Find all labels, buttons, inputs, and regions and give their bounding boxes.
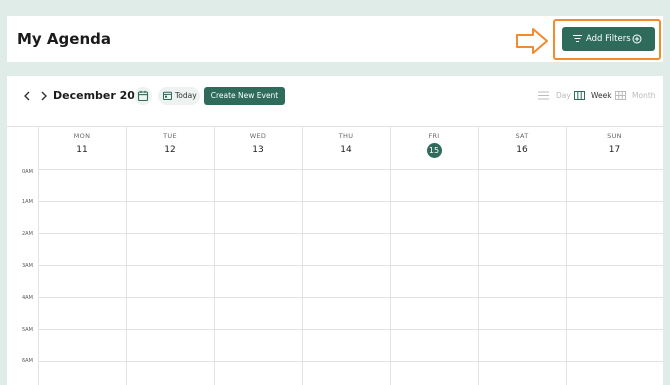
view-day[interactable]: Day — [556, 91, 571, 100]
day-header-thu[interactable]: THU 14 — [302, 132, 390, 155]
day-name: THU — [338, 132, 354, 140]
grid-divider — [38, 361, 663, 362]
day-date: 14 — [340, 145, 352, 155]
calendar-icon — [163, 91, 172, 100]
grid-divider — [38, 297, 663, 298]
grid-divider — [126, 126, 127, 385]
plus-circle-icon — [632, 34, 642, 44]
hour-label: 5AM — [22, 327, 33, 333]
day-name: WED — [249, 132, 267, 140]
day-header-sat[interactable]: SAT 16 — [478, 132, 566, 155]
grid-divider — [478, 126, 479, 385]
chevron-right-icon[interactable] — [40, 91, 48, 101]
create-new-event-button[interactable]: Create New Event — [204, 87, 285, 105]
day-header-fri[interactable]: FRI 15 — [390, 132, 478, 158]
today-date-badge: 15 — [426, 143, 442, 158]
hour-label: 6AM — [22, 358, 33, 364]
hour-label: 0AM — [22, 169, 33, 175]
list-view-icon[interactable] — [538, 91, 549, 100]
hour-label: 4AM — [22, 295, 33, 301]
day-date: 11 — [76, 145, 88, 155]
day-date: 12 — [164, 145, 176, 155]
day-name: TUE — [163, 132, 177, 140]
page-title: My Agenda — [17, 30, 111, 48]
filter-icon — [573, 35, 582, 42]
arrow-right-icon — [516, 28, 548, 54]
grid-divider — [38, 201, 663, 202]
grid-divider — [566, 126, 567, 385]
day-date: 17 — [608, 145, 621, 155]
day-name: SAT — [515, 132, 529, 140]
month-view-icon[interactable] — [615, 91, 626, 100]
grid-divider — [7, 126, 663, 127]
grid-divider — [214, 126, 215, 385]
week-view-icon[interactable] — [574, 91, 585, 100]
today-label: Today — [175, 91, 197, 100]
grid-divider — [38, 169, 663, 170]
view-week[interactable]: Week — [591, 91, 612, 100]
grid-divider — [38, 329, 663, 330]
grid-divider — [38, 233, 663, 234]
grid-divider — [38, 126, 39, 385]
day-header-wed[interactable]: WED 13 — [214, 132, 302, 155]
add-filters-button[interactable]: Add Filters — [562, 27, 655, 51]
day-name: FRI — [428, 132, 440, 140]
grid-divider — [302, 126, 303, 385]
hour-label: 1AM — [22, 199, 33, 205]
hour-label: 3AM — [22, 263, 33, 269]
calendar-panel — [7, 76, 663, 385]
today-button[interactable]: Today — [158, 87, 200, 105]
view-month[interactable]: Month — [632, 91, 656, 100]
hour-label: 2AM — [22, 231, 33, 237]
day-name: MON — [73, 132, 91, 140]
chevron-left-icon[interactable] — [23, 91, 31, 101]
day-date: 13 — [252, 145, 264, 155]
day-header-sun[interactable]: SUN 17 — [566, 132, 663, 155]
calendar-icon[interactable] — [134, 87, 152, 105]
grid-divider — [390, 126, 391, 385]
day-date: 16 — [516, 145, 528, 155]
day-header-mon[interactable]: MON 11 — [38, 132, 126, 155]
day-name: SUN — [607, 132, 622, 140]
add-filters-label: Add Filters — [586, 34, 631, 44]
day-header-tue[interactable]: TUE 12 — [126, 132, 214, 155]
grid-divider — [38, 265, 663, 266]
